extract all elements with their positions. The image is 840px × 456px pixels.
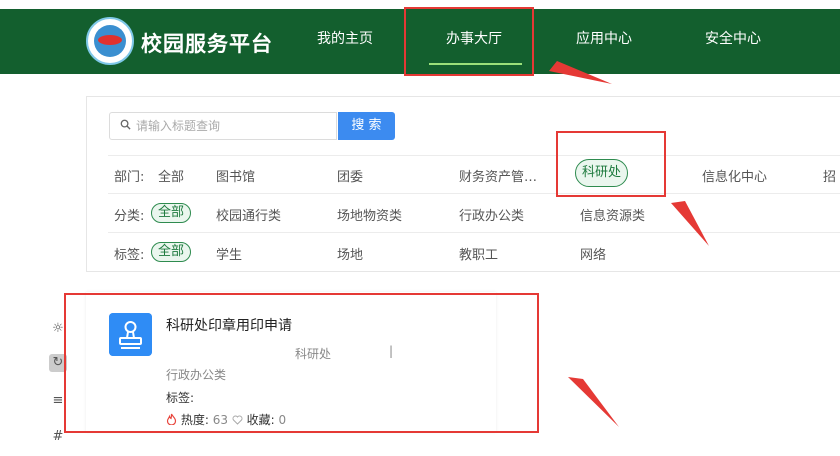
department-youth-league[interactable]: 团委	[337, 166, 363, 185]
category-label: 分类:	[114, 209, 145, 224]
category-info-resources[interactable]: 信息资源类	[580, 205, 645, 224]
tag-student[interactable]: 学生	[216, 244, 242, 263]
search-input[interactable]	[136, 117, 332, 135]
department-library[interactable]: 图书馆	[216, 166, 255, 185]
filter-divider	[108, 193, 840, 194]
tag-network[interactable]: 网络	[580, 244, 606, 263]
filter-divider	[108, 155, 840, 156]
logo-swoosh	[98, 35, 122, 45]
annotation-box-department	[556, 131, 666, 197]
department-finance[interactable]: 财务资产管…	[459, 166, 537, 185]
school-logo[interactable]	[86, 17, 134, 65]
category-venue-supplies[interactable]: 场地物资类	[337, 205, 402, 224]
annotation-box-nav	[404, 7, 534, 76]
tag-faculty[interactable]: 教职工	[459, 244, 498, 263]
category-all[interactable]: 全部	[151, 203, 192, 223]
nav-my-home[interactable]: 我的主页	[317, 28, 373, 48]
search-icon	[120, 119, 131, 130]
nav-security-center[interactable]: 安全中心	[705, 28, 761, 48]
department-label: 部门:	[114, 170, 145, 185]
tag-all[interactable]: 全部	[151, 242, 192, 262]
department-it-center[interactable]: 信息化中心	[702, 166, 767, 185]
site-title: 校园服务平台	[141, 32, 273, 56]
category-admin-office[interactable]: 行政办公类	[459, 205, 524, 224]
filter-divider	[108, 232, 840, 233]
category-campus-access[interactable]: 校园通行类	[216, 205, 281, 224]
tag-label: 标签:	[114, 248, 145, 263]
nav-app-center[interactable]: 应用中心	[576, 28, 632, 48]
annotation-box-card	[64, 293, 539, 433]
annotation-arrow	[568, 377, 619, 427]
department-admissions[interactable]: 招	[823, 166, 836, 185]
search-button[interactable]: 搜 索	[338, 112, 395, 140]
tag-venue[interactable]: 场地	[337, 244, 363, 263]
department-all[interactable]: 全部	[158, 166, 184, 185]
